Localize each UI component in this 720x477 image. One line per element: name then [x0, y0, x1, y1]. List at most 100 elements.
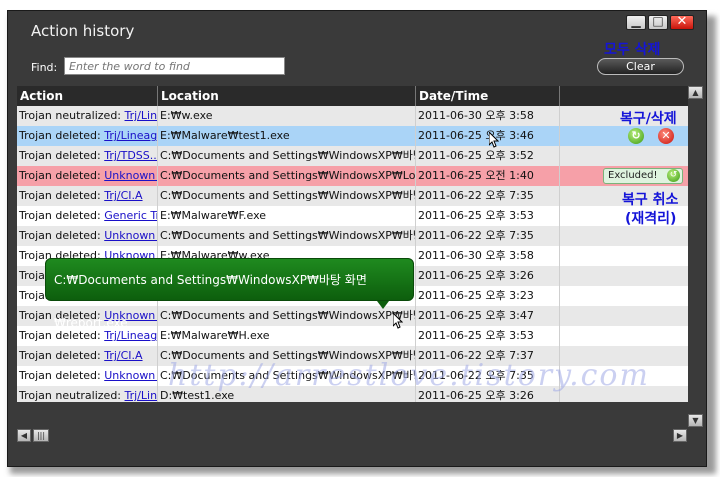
clear-button[interactable]: Clear — [597, 58, 684, 75]
action-cell: Trojan deleted: Generic Tr... — [17, 206, 158, 226]
datetime-cell: 2011-06-22 오후 7:35 — [416, 186, 560, 206]
row-actions-cell: ↻ ✕ — [560, 126, 688, 146]
location-cell: E:₩Malware₩test1.exe — [158, 126, 416, 146]
location-cell: E:₩Malware₩F.exe — [158, 206, 416, 226]
scroll-right-button[interactable]: ▶ — [673, 429, 687, 442]
history-table: Action Location Date/Time Trojan neutral… — [17, 86, 688, 402]
row-actions-cell — [560, 226, 688, 246]
scroll-up-button[interactable]: ▲ — [688, 86, 703, 99]
action-cell: Trojan neutralized: Trj/Lineag... — [17, 386, 158, 402]
datetime-cell: 2011-06-25 오후 3:26 — [416, 266, 560, 286]
action-cell: Trojan deleted: Trj/TDSS... — [17, 146, 158, 166]
action-cell: Trojan deleted: Trj/Lineag... — [17, 126, 158, 146]
datetime-cell: 2011-06-25 오후 3:52 — [416, 146, 560, 166]
restore-button[interactable]: ↻ — [628, 128, 644, 144]
horizontal-scrollbar[interactable]: ◀ ||| ▶ — [17, 429, 688, 443]
annotation-cancel-restore: 복구 취소 — [622, 192, 679, 208]
minimize-button[interactable]: ▁ — [626, 14, 646, 30]
action-cell: Trojan neutralized: Trj/Lin... — [17, 106, 158, 126]
threat-link[interactable]: Trj/TDSS... — [104, 149, 157, 162]
threat-link[interactable]: Trj/CI.A — [104, 349, 142, 362]
excluded-label: Excluded! — [608, 170, 658, 181]
action-prefix: Trojan neutralized: — [19, 389, 125, 402]
threat-link[interactable]: Unknown ... — [104, 229, 157, 242]
row-actions-cell — [560, 266, 688, 286]
location-cell: C:₩Documents and Settings₩WindowsXP₩Loca… — [158, 166, 416, 186]
datetime-cell: 2011-06-25 오전 1:40 — [416, 166, 560, 186]
delete-button[interactable]: ✕ — [658, 128, 674, 144]
annotation-requarantine: (재격리) — [625, 211, 677, 227]
action-prefix: Trojan deleted: — [19, 169, 105, 182]
action-prefix: Trojan neutralized: — [19, 109, 125, 122]
table-row[interactable]: Trojan deleted: Generic Tr...E:₩Malware₩… — [17, 206, 688, 226]
action-cell: Trojan deleted: Trj/CI.A — [17, 186, 158, 206]
action-prefix: Trojan deleted: — [19, 369, 105, 382]
threat-link[interactable]: Trj/CI.A — [104, 189, 142, 202]
threat-link[interactable]: Unknown ... — [104, 369, 157, 382]
annotation-restore-delete: 복구/삭제 — [620, 111, 677, 127]
scroll-down-button[interactable]: ▼ — [688, 414, 703, 427]
table-row[interactable]: Trojan deleted: Trj/Lineag...E:₩Malware₩… — [17, 126, 688, 146]
find-label: Find: — [31, 61, 58, 74]
action-cell: Trojan deleted: Unknown ... — [17, 166, 158, 186]
row-actions-cell — [560, 306, 688, 326]
location-cell: C:₩Documents and Settings₩WindowsXP₩바탕 .… — [158, 146, 416, 166]
action-history-window: Action history ▁ □ ✕ 모두 삭제 Find: Clear A… — [7, 10, 707, 467]
datetime-cell: 2011-06-30 오후 3:58 — [416, 106, 560, 126]
window-title: Action history — [31, 22, 135, 40]
close-icon: ✕ — [676, 14, 688, 29]
table-row[interactable]: Trojan neutralized: Trj/Lin...E:₩w.exe20… — [17, 106, 688, 126]
vertical-scrollbar[interactable]: ▲ ▼ — [688, 86, 704, 427]
column-header-actions-empty — [560, 86, 688, 106]
action-prefix: Trojan deleted: — [19, 349, 105, 362]
table-row[interactable]: Trojan deleted: Unknown ...C:₩Documents … — [17, 166, 688, 186]
location-tooltip: C:₩Documents and Settings₩WindowsXP₩바탕 화… — [45, 258, 414, 330]
minimize-icon: ▁ — [631, 14, 641, 28]
action-prefix: Trojan deleted: — [19, 209, 105, 222]
tooltip-tail — [377, 301, 389, 309]
scroll-left-button[interactable]: ◀ — [17, 429, 31, 442]
threat-link[interactable]: Trj/Lineag... — [104, 129, 157, 142]
undo-exclusion-icon[interactable]: ↺ — [667, 169, 680, 182]
column-header-location[interactable]: Location — [158, 86, 416, 106]
threat-link[interactable]: Trj/Lin... — [125, 109, 157, 122]
threat-link[interactable]: Generic Tr... — [104, 209, 157, 222]
action-prefix: Trojan deleted: — [19, 189, 105, 202]
action-cell: Trojan deleted: Unknown ... — [17, 226, 158, 246]
datetime-cell: 2011-06-25 오후 3:53 — [416, 206, 560, 226]
row-actions-cell: Excluded! ↺ — [560, 166, 688, 186]
action-prefix: Trojan deleted: — [19, 149, 105, 162]
threat-link[interactable]: Unknown ... — [104, 169, 157, 182]
find-input[interactable] — [64, 57, 285, 75]
datetime-cell: 2011-06-25 오후 3:47 — [416, 306, 560, 326]
location-cell: C:₩Documents and Settings₩WindowsXP₩바탕 .… — [158, 226, 416, 246]
watermark: http://arrestlove.tistory.com — [168, 358, 650, 393]
table-row[interactable]: Trojan deleted: Unknown ...C:₩Documents … — [17, 226, 688, 246]
threat-link[interactable]: Trj/Lineag... — [125, 389, 157, 402]
location-cell: C:₩Documents and Settings₩WindowsXP₩바탕 .… — [158, 306, 416, 326]
annotation-delete-all: 모두 삭제 — [604, 42, 661, 58]
excluded-badge: Excluded! ↺ — [603, 168, 683, 184]
datetime-cell: 2011-06-25 오후 3:23 — [416, 286, 560, 306]
maximize-button[interactable]: □ — [648, 14, 668, 30]
action-cell: Trojan deleted: Trj/CI.A — [17, 346, 158, 366]
datetime-cell: 2011-06-30 오후 3:58 — [416, 246, 560, 266]
column-header-datetime[interactable]: Date/Time — [416, 86, 560, 106]
column-header-action[interactable]: Action — [17, 86, 158, 106]
table-row[interactable]: Trojan deleted: Trj/TDSS... C:₩Documents … — [17, 146, 688, 166]
maximize-icon: □ — [652, 14, 664, 28]
mouse-cursor-icon — [393, 313, 403, 329]
row-actions-cell — [560, 146, 688, 166]
scroll-thumb[interactable]: ||| — [33, 429, 49, 442]
table-header: Action Location Date/Time — [17, 86, 688, 106]
action-prefix: Trojan deleted: — [19, 129, 105, 142]
action-cell: Trojan deleted: Unknown ... — [17, 366, 158, 386]
datetime-cell: 2011-06-25 오후 3:46 — [416, 126, 560, 146]
row-actions-cell — [560, 326, 688, 346]
location-cell: E:₩w.exe — [158, 106, 416, 126]
table-row[interactable]: Trojan deleted: Trj/CI.A C:₩Documents and… — [17, 186, 688, 206]
location-cell: E:₩Malware₩H.exe — [158, 326, 416, 346]
close-button[interactable]: ✕ — [670, 14, 694, 30]
datetime-cell: 2011-06-22 오후 7:35 — [416, 226, 560, 246]
mouse-cursor-icon — [489, 132, 499, 148]
